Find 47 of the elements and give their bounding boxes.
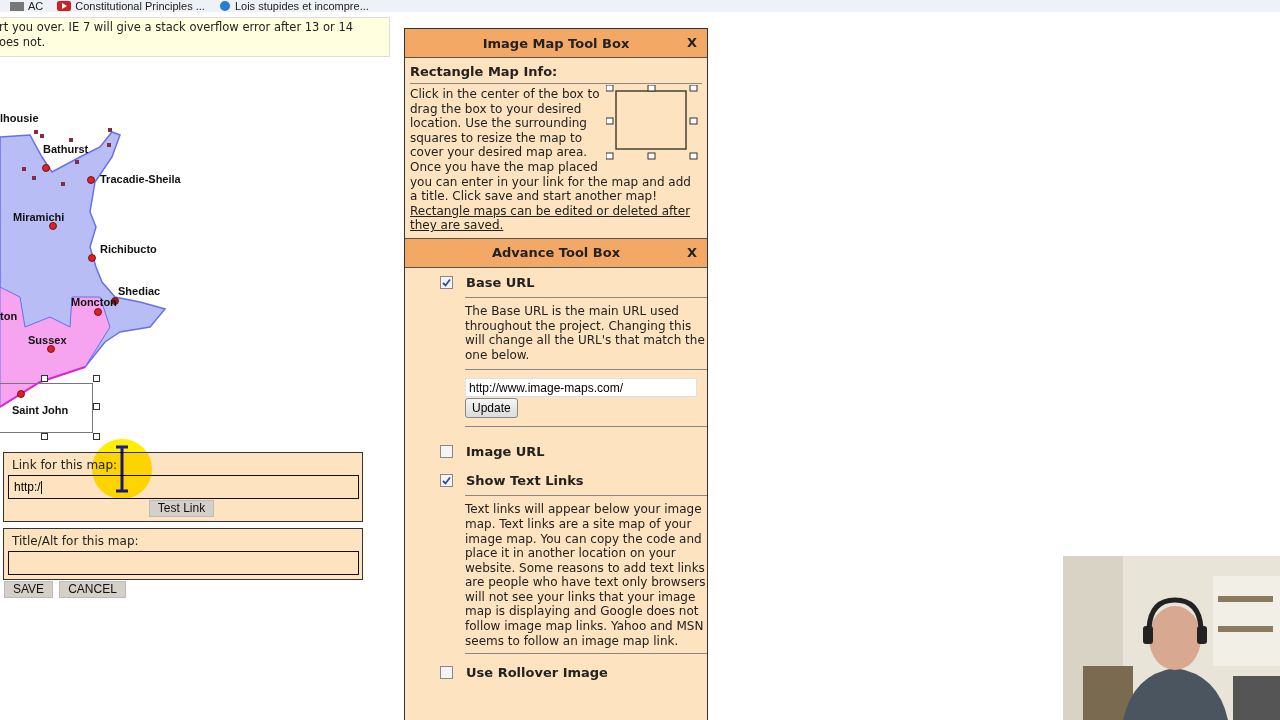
section-heading: Rectangle Map Info:	[409, 63, 559, 81]
bookmark-link[interactable]: Constitutional Principles ...	[75, 0, 205, 12]
resize-handle[interactable]	[41, 375, 48, 382]
option-label: Base URL	[466, 274, 535, 290]
info-text: Click in the center of the box to drag the box to your desired location. Use the surrounding squares to resize the map to cover your desired map area. Once you have the map placed you can enter in your link for the map and add a title. Click save and start another map! Rectangle maps can be edited or deleted after they are saved.	[405, 87, 707, 236]
checkbox[interactable]	[440, 666, 453, 680]
field-label: Title/Alt for this map:	[12, 534, 140, 549]
close-button[interactable]: X	[686, 244, 697, 260]
info-link[interactable]: Rectangle maps can be edited or deleted after they are saved.	[410, 203, 702, 233]
title-input[interactable]	[8, 551, 359, 575]
city-label: lhousie	[0, 112, 39, 124]
city-label: ton	[0, 310, 18, 322]
close-button[interactable]: X	[686, 35, 697, 50]
panel-title: Advance Tool Box	[491, 245, 621, 261]
play-icon	[57, 1, 72, 11]
option-label: Use Rollover Image	[466, 665, 608, 681]
checkbox[interactable]	[440, 275, 453, 289]
resize-handle[interactable]	[93, 375, 100, 382]
action-button[interactable]: SAVE	[4, 581, 54, 598]
city-label: Miramichi	[13, 211, 65, 223]
resize-handle[interactable]	[93, 403, 100, 410]
city-label: Saint John	[12, 404, 69, 416]
action-button[interactable]: CANCEL	[59, 581, 126, 598]
resize-handle[interactable]	[93, 433, 100, 440]
resize-handle[interactable]	[41, 433, 48, 440]
city-label: Shediac	[118, 285, 161, 297]
folder-icon	[10, 1, 24, 11]
city-label: Richibucto	[100, 243, 157, 255]
option-description: Text links will appear below your image map. Text links are a site map of your image map. You can copy the code and place it in another location on your website. Some reasons to add text links are people who have text only browsers will not see your links that your image map is displaying and Google does not follow image map links. Yahoo and MSN seems to follow an image map link.	[465, 501, 707, 650]
url-input[interactable]: http://www.image-maps.com/	[465, 378, 697, 398]
city-label: Bathurst	[43, 143, 89, 155]
checkbox[interactable]	[440, 445, 453, 459]
city-label: Sussex	[28, 334, 67, 346]
bookmark-link[interactable]: Lois stupides et incompre...	[234, 0, 369, 12]
notice-text: rt you over. IE 7 will give a stack overflow error after 13 or 14	[0, 20, 355, 35]
option-description: The Base URL is the main URL used throughout the project. Changing this will change all the URL's that match the one below.	[465, 302, 706, 364]
rectangle-diagram-icon	[606, 85, 698, 161]
checkbox[interactable]	[440, 474, 453, 488]
option-label: Image URL	[466, 444, 545, 460]
globe-icon	[218, 1, 231, 11]
bookmark-link[interactable]: AC	[28, 0, 44, 12]
update-button[interactable]: Update	[465, 398, 518, 419]
test-link-button[interactable]: Test Link	[148, 500, 215, 517]
option-label: Show Text Links	[466, 473, 584, 489]
notice-text: oes not.	[0, 35, 47, 50]
city-label: Tracadie-Sheila	[100, 173, 181, 185]
panel-title: Image Map Tool Box	[482, 35, 630, 51]
